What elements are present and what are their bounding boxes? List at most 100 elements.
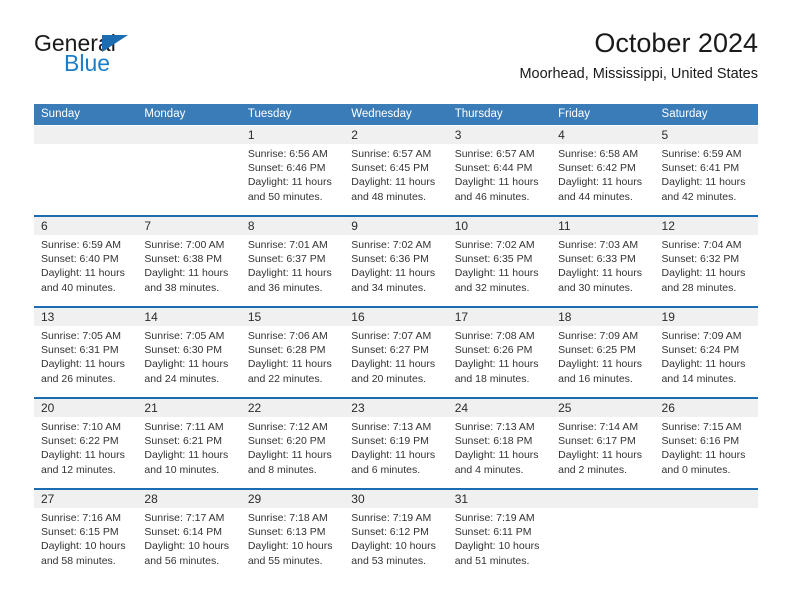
- day-number-17[interactable]: 17: [448, 308, 551, 326]
- day-number-empty: [137, 126, 240, 144]
- day-cell-28[interactable]: Sunrise: 7:17 AM Sunset: 6:14 PM Daylight:…: [137, 508, 240, 579]
- day-number-31[interactable]: 31: [448, 490, 551, 508]
- sunrise-text: Sunrise: 7:07 AM: [351, 330, 432, 342]
- daylight-text: Daylight: 11 hours: [661, 358, 746, 371]
- day-number-20[interactable]: 20: [34, 399, 137, 417]
- daylight-text-cont: and 10 minutes.: [144, 463, 220, 476]
- day-number-13[interactable]: 13: [34, 308, 137, 326]
- day-number-15[interactable]: 15: [241, 308, 344, 326]
- day-number-1[interactable]: 1: [241, 126, 344, 144]
- sunrise-text: Sunrise: 7:00 AM: [144, 239, 225, 251]
- day-cell-7[interactable]: Sunrise: 7:00 AM Sunset: 6:38 PM Daylight:…: [137, 235, 240, 306]
- weekday-header-thursday: Thursday: [454, 108, 503, 120]
- day-cell-23[interactable]: Sunrise: 7:13 AM Sunset: 6:19 PM Daylight:…: [344, 417, 447, 488]
- day-number-11[interactable]: 11: [551, 217, 654, 235]
- day-number-29[interactable]: 29: [241, 490, 344, 508]
- daylight-text-cont: and 8 minutes.: [247, 463, 317, 476]
- day-number-24[interactable]: 24: [448, 399, 551, 417]
- day-cell-14[interactable]: Sunrise: 7:05 AM Sunset: 6:30 PM Daylight:…: [137, 326, 240, 397]
- day-number-18[interactable]: 18: [551, 308, 654, 326]
- day-cell-29[interactable]: Sunrise: 7:18 AM Sunset: 6:13 PM Daylight:…: [241, 508, 344, 579]
- day-cell-18[interactable]: Sunrise: 7:09 AM Sunset: 6:25 PM Daylight:…: [551, 326, 654, 397]
- daylight-text: Daylight: 11 hours: [144, 358, 229, 371]
- day-cell-17[interactable]: Sunrise: 7:08 AM Sunset: 6:26 PM Daylight:…: [448, 326, 551, 397]
- day-number-2[interactable]: 2: [344, 126, 447, 144]
- day-number-9[interactable]: 9: [344, 217, 447, 235]
- sunrise-text: Sunrise: 6:56 AM: [247, 148, 328, 160]
- day-number-12[interactable]: 12: [655, 217, 758, 235]
- sunset-text: Sunset: 6:45 PM: [351, 162, 429, 175]
- day-detail-band: Sunrise: 7:05 AM Sunset: 6:31 PM Daylight:…: [34, 326, 758, 397]
- sunset-text: Sunset: 6:26 PM: [454, 344, 533, 357]
- day-number-25[interactable]: 25: [551, 399, 654, 417]
- day-cell-6[interactable]: Sunrise: 6:59 AM Sunset: 6:40 PM Daylight:…: [34, 235, 137, 306]
- sunrise-text: Sunrise: 7:19 AM: [454, 512, 535, 524]
- day-number-23[interactable]: 23: [344, 399, 447, 417]
- day-number-6[interactable]: 6: [34, 217, 137, 235]
- day-cell-5[interactable]: Sunrise: 6:59 AM Sunset: 6:41 PM Daylight:…: [655, 144, 758, 215]
- daylight-text: Daylight: 11 hours: [41, 358, 125, 371]
- day-number-16[interactable]: 16: [344, 308, 447, 326]
- day-number-7[interactable]: 7: [137, 217, 240, 235]
- day-cell-25[interactable]: Sunrise: 7:14 AM Sunset: 6:17 PM Daylight:…: [551, 417, 654, 488]
- day-cell-2[interactable]: Sunrise: 6:57 AM Sunset: 6:45 PM Daylight:…: [344, 144, 447, 215]
- day-number-empty: [655, 490, 758, 508]
- day-number-band: 13 14 15 16 17 18 19: [34, 308, 758, 326]
- day-cell-10[interactable]: Sunrise: 7:02 AM Sunset: 6:35 PM Daylight:…: [448, 235, 551, 306]
- day-cell-1[interactable]: Sunrise: 6:56 AM Sunset: 6:46 PM Daylight:…: [241, 144, 344, 215]
- day-cell-8[interactable]: Sunrise: 7:01 AM Sunset: 6:37 PM Daylight:…: [241, 235, 344, 306]
- daylight-text: Daylight: 11 hours: [351, 358, 436, 371]
- day-number-14[interactable]: 14: [137, 308, 240, 326]
- daylight-text-cont: and 26 minutes.: [41, 372, 116, 385]
- daylight-text: Daylight: 11 hours: [558, 267, 642, 280]
- sunset-text: Sunset: 6:21 PM: [144, 435, 223, 448]
- daylight-text: Daylight: 10 hours: [144, 540, 230, 553]
- day-number-27[interactable]: 27: [34, 490, 137, 508]
- day-number-3[interactable]: 3: [448, 126, 551, 144]
- page-header: General Blue October 2024 Moorhead, Miss…: [34, 26, 758, 98]
- day-cell-20[interactable]: Sunrise: 7:10 AM Sunset: 6:22 PM Daylight:…: [34, 417, 137, 488]
- daylight-text: Daylight: 11 hours: [558, 449, 642, 462]
- day-cell-13[interactable]: Sunrise: 7:05 AM Sunset: 6:31 PM Daylight:…: [34, 326, 137, 397]
- day-cell-16[interactable]: Sunrise: 7:07 AM Sunset: 6:27 PM Daylight:…: [344, 326, 447, 397]
- day-cell-27[interactable]: Sunrise: 7:16 AM Sunset: 6:15 PM Daylight:…: [34, 508, 137, 579]
- day-cell-22[interactable]: Sunrise: 7:12 AM Sunset: 6:20 PM Daylight:…: [241, 417, 344, 488]
- sunrise-text: Sunrise: 7:16 AM: [41, 512, 121, 524]
- day-number-5[interactable]: 5: [655, 126, 758, 144]
- day-cell-9[interactable]: Sunrise: 7:02 AM Sunset: 6:36 PM Daylight:…: [344, 235, 447, 306]
- sunrise-text: Sunrise: 7:05 AM: [144, 330, 225, 342]
- day-number-28[interactable]: 28: [137, 490, 240, 508]
- daylight-text: Daylight: 11 hours: [41, 267, 125, 280]
- sunrise-text: Sunrise: 7:15 AM: [661, 421, 742, 433]
- daylight-text-cont: and 12 minutes.: [41, 463, 116, 476]
- day-number-21[interactable]: 21: [137, 399, 240, 417]
- day-number-band: 20 21 22 23 24 25 26: [34, 399, 758, 417]
- day-number-8[interactable]: 8: [241, 217, 344, 235]
- day-number-30[interactable]: 30: [344, 490, 447, 508]
- general-blue-logo[interactable]: General Blue: [34, 26, 234, 86]
- daylight-text-cont: and 4 minutes.: [454, 463, 524, 476]
- sunset-text: Sunset: 6:31 PM: [41, 344, 119, 357]
- day-cell-21[interactable]: Sunrise: 7:11 AM Sunset: 6:21 PM Daylight:…: [137, 417, 240, 488]
- day-cell-31[interactable]: Sunrise: 7:19 AM Sunset: 6:11 PM Daylight:…: [448, 508, 551, 579]
- day-number-19[interactable]: 19: [655, 308, 758, 326]
- day-cell-24[interactable]: Sunrise: 7:13 AM Sunset: 6:18 PM Daylight:…: [448, 417, 551, 488]
- day-number-4[interactable]: 4: [551, 126, 654, 144]
- day-cell-30[interactable]: Sunrise: 7:19 AM Sunset: 6:12 PM Daylight:…: [344, 508, 447, 579]
- day-number-22[interactable]: 22: [241, 399, 344, 417]
- daylight-text-cont: and 16 minutes.: [558, 372, 633, 385]
- day-cell-26[interactable]: Sunrise: 7:15 AM Sunset: 6:16 PM Daylight:…: [655, 417, 758, 488]
- day-cell-3[interactable]: Sunrise: 6:57 AM Sunset: 6:44 PM Daylight:…: [448, 144, 551, 215]
- daylight-text: Daylight: 11 hours: [351, 176, 436, 189]
- daylight-text: Daylight: 11 hours: [247, 267, 332, 280]
- day-cell-15[interactable]: Sunrise: 7:06 AM Sunset: 6:28 PM Daylight:…: [241, 326, 344, 397]
- sunrise-text: Sunrise: 7:13 AM: [454, 421, 535, 433]
- daylight-text: Daylight: 11 hours: [41, 449, 125, 462]
- sunset-text: Sunset: 6:17 PM: [558, 435, 636, 448]
- day-number-10[interactable]: 10: [448, 217, 551, 235]
- day-cell-19[interactable]: Sunrise: 7:09 AM Sunset: 6:24 PM Daylight:…: [655, 326, 758, 397]
- day-cell-11[interactable]: Sunrise: 7:03 AM Sunset: 6:33 PM Daylight:…: [551, 235, 654, 306]
- day-cell-4[interactable]: Sunrise: 6:58 AM Sunset: 6:42 PM Daylight:…: [551, 144, 654, 215]
- day-cell-12[interactable]: Sunrise: 7:04 AM Sunset: 6:32 PM Daylight:…: [655, 235, 758, 306]
- day-number-26[interactable]: 26: [655, 399, 758, 417]
